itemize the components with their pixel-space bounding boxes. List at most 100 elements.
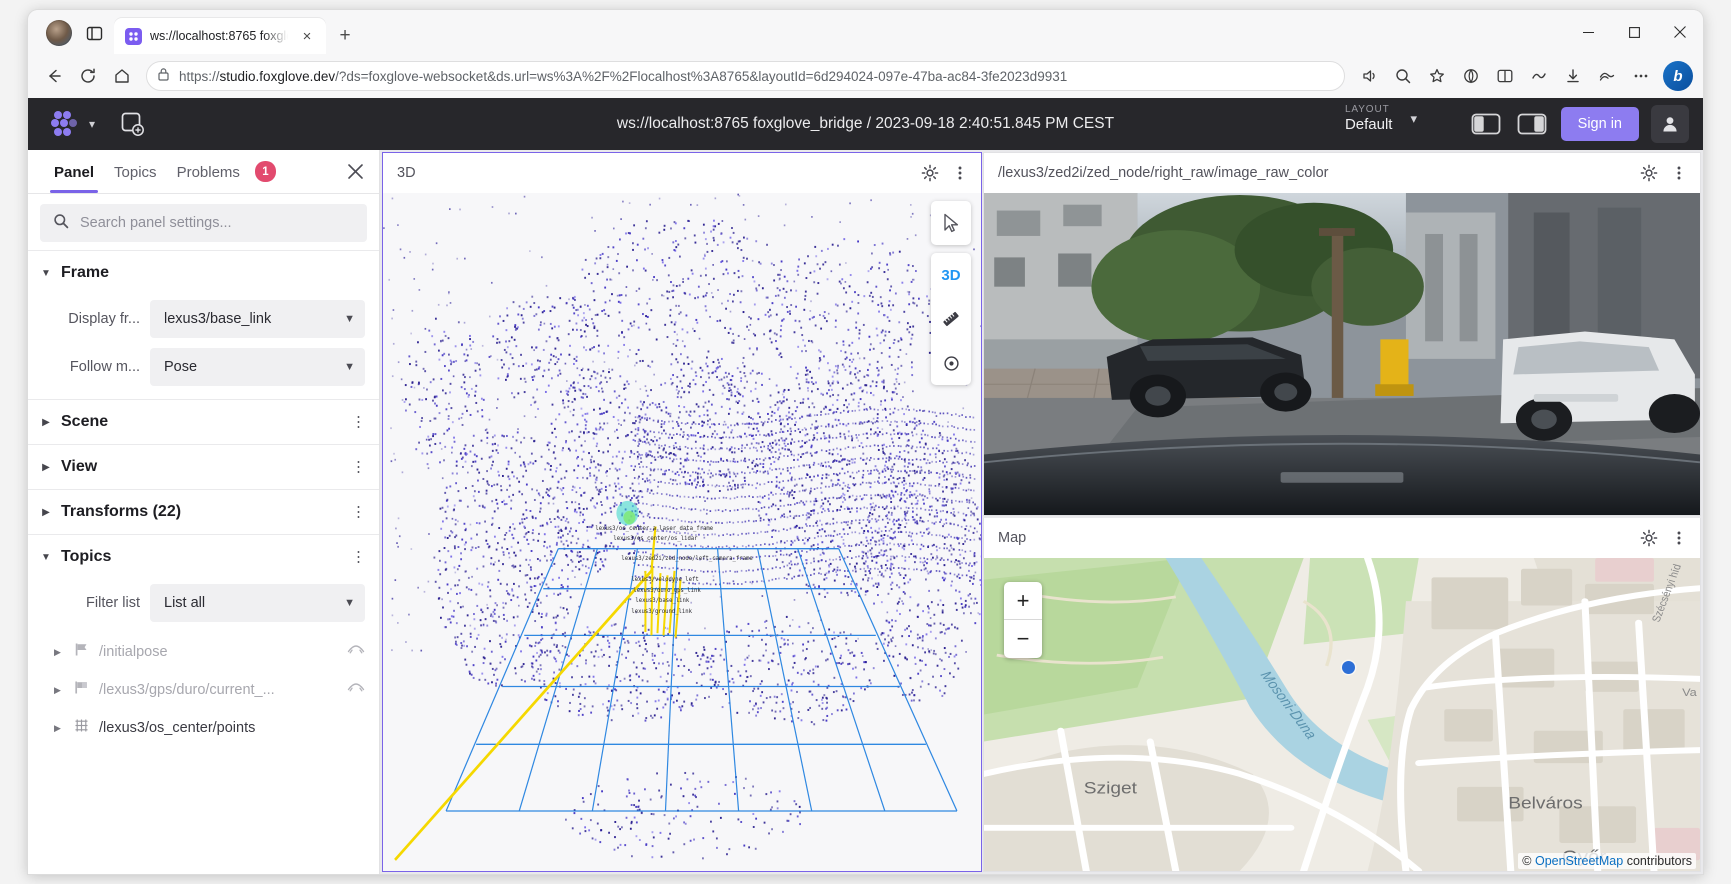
hidden-eye-icon[interactable] (347, 681, 365, 699)
panel-image-header: /lexus3/zed2i/zed_node/right_raw/image_r… (984, 153, 1700, 193)
chevron-down-icon: ▼ (344, 361, 355, 373)
back-icon[interactable] (38, 60, 70, 92)
maximize-button[interactable] (1611, 12, 1657, 52)
tab-panel[interactable]: Panel (44, 152, 104, 193)
browser-toolbar: https://studio.foxglove.dev/?ds=foxglove… (28, 54, 1703, 98)
viewport-3d[interactable]: lexus3/os_center_a_laser_data_frame lexu… (383, 193, 981, 871)
caret-down-icon[interactable]: ▼ (40, 268, 52, 279)
foxglove-logo-icon (50, 111, 84, 137)
map-view[interactable]: Mosoni-Duna Sziget Belváros Győr Szécsén… (984, 558, 1700, 871)
panel-3d: 3D lexus3/os_center_a_laser_data_frame l… (382, 152, 982, 872)
tab-topics[interactable]: Topics (104, 152, 167, 192)
section-scene-menu-icon[interactable]: ⋮ (349, 415, 369, 430)
measure-tool[interactable] (931, 297, 971, 341)
map-zoom-controls: + − (1004, 582, 1042, 658)
filter-list-select[interactable]: List all ▼ (150, 584, 365, 622)
caret-right-icon[interactable]: ▶ (54, 685, 64, 696)
gear-icon[interactable] (1636, 525, 1662, 551)
read-aloud-icon[interactable] (1353, 60, 1385, 92)
kebab-icon[interactable] (1666, 525, 1692, 551)
search-input[interactable]: Search panel settings... (40, 204, 367, 242)
add-panel-icon[interactable] (115, 107, 149, 141)
caret-down-icon[interactable]: ▼ (40, 552, 52, 563)
section-view[interactable]: ▶ View ⋮ (28, 444, 379, 489)
section-transforms-menu-icon[interactable]: ⋮ (349, 505, 369, 520)
topic-row[interactable]: ▶ /lexus3/gps/duro/current_... (28, 671, 379, 709)
caret-right-icon[interactable]: ▶ (40, 417, 52, 428)
panel-3d-header: 3D (383, 153, 981, 193)
map-label-sziget: Sziget (1084, 779, 1137, 797)
follow-mode-value: Pose (164, 359, 198, 375)
caret-right-icon[interactable]: ▶ (54, 647, 64, 658)
gear-icon[interactable] (1636, 160, 1662, 186)
header-right-group: Sign in (1469, 98, 1689, 150)
address-bar[interactable]: https://studio.foxglove.dev/?ds=foxglove… (146, 61, 1345, 91)
caret-right-icon[interactable]: ▶ (40, 507, 52, 518)
edge-sidebar-icon[interactable] (1591, 60, 1623, 92)
recenter-tool[interactable] (931, 341, 971, 385)
section-view-menu-icon[interactable]: ⋮ (349, 460, 369, 475)
tab-problems[interactable]: Problems (167, 152, 250, 192)
split-screen-icon[interactable] (1489, 60, 1521, 92)
display-frame-select[interactable]: lexus3/base_link ▼ (150, 300, 365, 338)
browser-window: ws://localhost:8765 foxglove_bri × + (28, 10, 1703, 874)
account-icon[interactable] (1651, 105, 1689, 143)
zoom-icon[interactable] (1387, 60, 1419, 92)
favorite-icon[interactable] (1421, 60, 1453, 92)
chevron-down-icon[interactable]: ▾ (1410, 111, 1417, 127)
section-topics-menu-icon[interactable]: ⋮ (349, 550, 369, 565)
tab-actions-icon[interactable] (80, 19, 108, 47)
follow-mode-select[interactable]: Pose ▼ (150, 348, 365, 386)
new-tab-button[interactable]: + (334, 25, 356, 47)
chevron-down-icon[interactable]: ▾ (89, 117, 95, 131)
kebab-icon[interactable] (1666, 160, 1692, 186)
section-scene[interactable]: ▶ Scene ⋮ (28, 399, 379, 444)
browser-essentials-icon[interactable] (1523, 60, 1555, 92)
search-placeholder: Search panel settings... (80, 215, 232, 231)
panel-map-title: Map (998, 530, 1027, 546)
camera-image[interactable] (984, 193, 1700, 515)
left-sidebar-icon[interactable] (1469, 107, 1503, 141)
layout-selector[interactable]: LAYOUT Default ▾ (1345, 104, 1417, 133)
section-transforms[interactable]: ▶ Transforms (22) ⋮ (28, 489, 379, 534)
map-zoom-out-button[interactable]: − (1004, 620, 1042, 658)
cursor-tool[interactable] (931, 201, 971, 245)
panel-3d-title: 3D (397, 165, 416, 181)
topic-row[interactable]: ▶ /initialpose (28, 633, 379, 671)
close-button[interactable] (1657, 12, 1703, 52)
section-frame[interactable]: ▼ Frame (28, 250, 379, 295)
address-bar-url: https://studio.foxglove.dev/?ds=foxglove… (179, 68, 1068, 84)
foxglove-logo[interactable]: ▾ (50, 111, 95, 137)
right-sidebar-icon[interactable] (1515, 107, 1549, 141)
map-zoom-in-button[interactable]: + (1004, 582, 1042, 620)
sign-in-button[interactable]: Sign in (1560, 107, 1639, 141)
gear-icon[interactable] (917, 160, 943, 186)
more-icon[interactable] (1625, 60, 1657, 92)
pointcloud-scene: lexus3/os_center_a_laser_data_frame lexu… (383, 193, 981, 871)
kebab-icon[interactable] (947, 160, 973, 186)
view-3d-toggle[interactable]: 3D (931, 253, 971, 297)
openstreetmap-link[interactable]: OpenStreetMap (1535, 854, 1623, 868)
profile-avatar[interactable] (46, 20, 72, 46)
app-body: Panel Topics Problems 1 Search panel set… (28, 150, 1703, 874)
home-icon[interactable] (106, 60, 138, 92)
minimize-button[interactable] (1565, 12, 1611, 52)
collections-icon[interactable] (1455, 60, 1487, 92)
sidebar-settings-list[interactable]: ▼ Frame Display fr... lexus3/base_link ▼… (28, 250, 379, 874)
topic-name: /initialpose (99, 644, 168, 660)
layout-label: LAYOUT (1344, 104, 1390, 115)
search-panel-settings-wrap: Search panel settings... (28, 194, 379, 250)
caret-right-icon[interactable]: ▶ (40, 462, 52, 473)
reload-icon[interactable] (72, 60, 104, 92)
section-topics[interactable]: ▼ Topics ⋮ (28, 534, 379, 579)
tab-close-icon[interactable]: × (296, 25, 318, 47)
section-transforms-label: Transforms (22) (61, 503, 182, 520)
map-label-va: Va (1682, 686, 1697, 699)
hidden-eye-icon[interactable] (347, 643, 365, 661)
downloads-icon[interactable] (1557, 60, 1589, 92)
browser-tab[interactable]: ws://localhost:8765 foxglove_bri × (114, 18, 326, 54)
sidebar-close-icon[interactable] (343, 160, 367, 184)
caret-right-icon[interactable]: ▶ (54, 723, 64, 734)
topic-row[interactable]: ▶ /lexus3/os_center/points (28, 709, 379, 747)
bing-copilot-icon[interactable]: b (1663, 61, 1693, 91)
